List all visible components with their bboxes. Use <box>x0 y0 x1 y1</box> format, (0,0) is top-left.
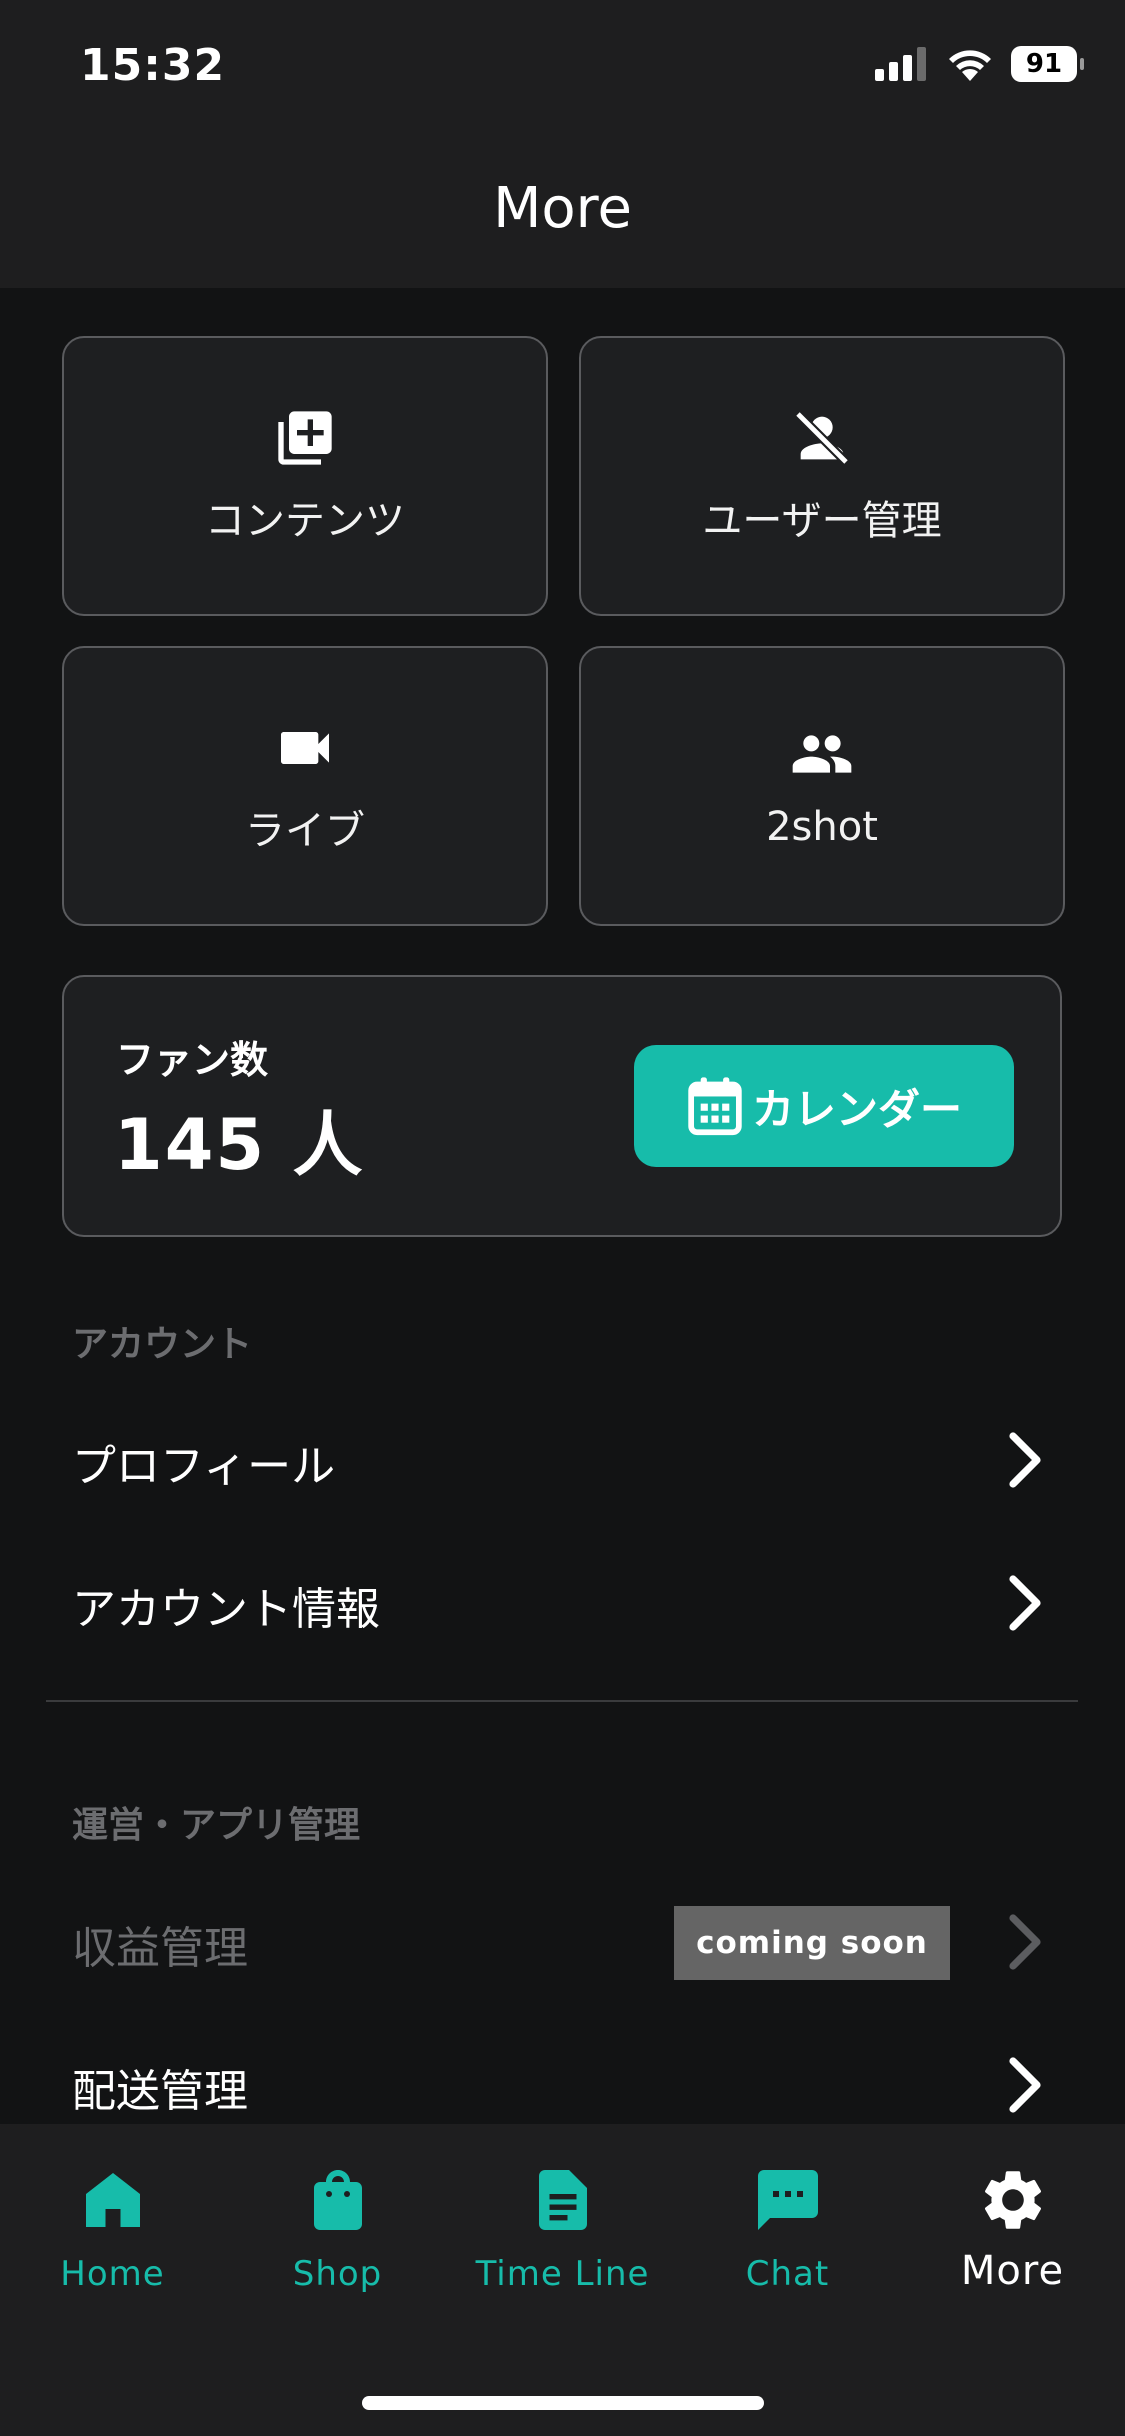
cellular-signal-icon <box>875 47 926 81</box>
header-bar: 15:32 91 More <box>0 0 1125 288</box>
video-camera-icon <box>281 732 329 764</box>
nav-item-timeline[interactable]: Time Line <box>450 2164 675 2294</box>
menu-row-label: 配送管理 <box>72 2066 248 2117</box>
coming-soon-badge: coming soon <box>674 1906 950 1980</box>
chevron-right-icon <box>1009 1575 1041 1631</box>
nav-item-chat[interactable]: Chat <box>675 2164 900 2294</box>
tile-user-management[interactable]: ユーザー管理 <box>579 336 1065 616</box>
section-title-account: アカウント <box>72 1324 253 1365</box>
nav-label: Time Line <box>475 2254 650 2294</box>
nav-label: Chat <box>745 2254 830 2294</box>
nav-label: Home <box>60 2254 165 2294</box>
status-time: 15:32 <box>80 40 226 91</box>
fan-count-value: 145 人 <box>114 1104 365 1186</box>
fan-count-card: ファン数 145 人 カレンダー <box>62 975 1062 1237</box>
section-divider <box>46 1700 1078 1702</box>
nav-item-more[interactable]: More <box>900 2164 1125 2294</box>
menu-row-label: プロフィール <box>72 1441 336 1492</box>
section-title-admin: 運営・アプリ管理 <box>72 1805 361 1846</box>
chevron-right-icon <box>1009 1914 1041 1970</box>
home-icon <box>85 2173 140 2227</box>
menu-row-revenue: 収益管理 coming soon <box>0 1882 1125 2002</box>
tile-label: ユーザー管理 <box>702 498 942 544</box>
calendar-icon <box>688 1077 742 1136</box>
page-title: More <box>493 176 632 241</box>
document-icon <box>538 2170 587 2230</box>
chat-icon <box>757 2170 818 2230</box>
wifi-icon <box>949 50 991 81</box>
person-off-icon <box>794 410 850 466</box>
calendar-button[interactable]: カレンダー <box>634 1045 1014 1167</box>
more-screen: 15:32 91 More コンテンツ ユーザー管理 ライブ 2shot ファン… <box>0 0 1125 2436</box>
chevron-right-icon <box>1009 2057 1041 2113</box>
bottom-nav: Home Shop Time Line Chat More <box>0 2124 1125 2436</box>
tile-2shot[interactable]: 2shot <box>579 646 1065 926</box>
tile-label: ライブ <box>245 808 365 854</box>
nav-item-home[interactable]: Home <box>0 2164 225 2294</box>
nav-label: More <box>960 2248 1065 2294</box>
nav-item-shop[interactable]: Shop <box>225 2164 450 2294</box>
tile-label: 2shot <box>766 804 878 850</box>
battery-icon: 91 <box>1011 46 1084 82</box>
nav-label: Shop <box>292 2254 383 2294</box>
fan-count-label: ファン数 <box>116 1038 269 1082</box>
people-icon <box>792 735 852 773</box>
menu-row-profile[interactable]: プロフィール <box>0 1400 1125 1520</box>
menu-row-label: アカウント情報 <box>72 1584 380 1635</box>
tile-contents[interactable]: コンテンツ <box>62 336 548 616</box>
menu-row-label: 収益管理 <box>72 1923 248 1974</box>
tile-label: コンテンツ <box>205 498 405 544</box>
chevron-right-icon <box>1009 1432 1041 1488</box>
calendar-button-label: カレンダー <box>751 1084 962 1134</box>
menu-row-account-info[interactable]: アカウント情報 <box>0 1543 1125 1663</box>
gear-icon <box>984 2171 1041 2229</box>
shopping-bag-icon <box>313 2170 362 2230</box>
add-to-library-icon <box>278 411 332 465</box>
home-indicator <box>362 2396 764 2410</box>
status-icons: 91 <box>875 46 1084 82</box>
tile-live[interactable]: ライブ <box>62 646 548 926</box>
